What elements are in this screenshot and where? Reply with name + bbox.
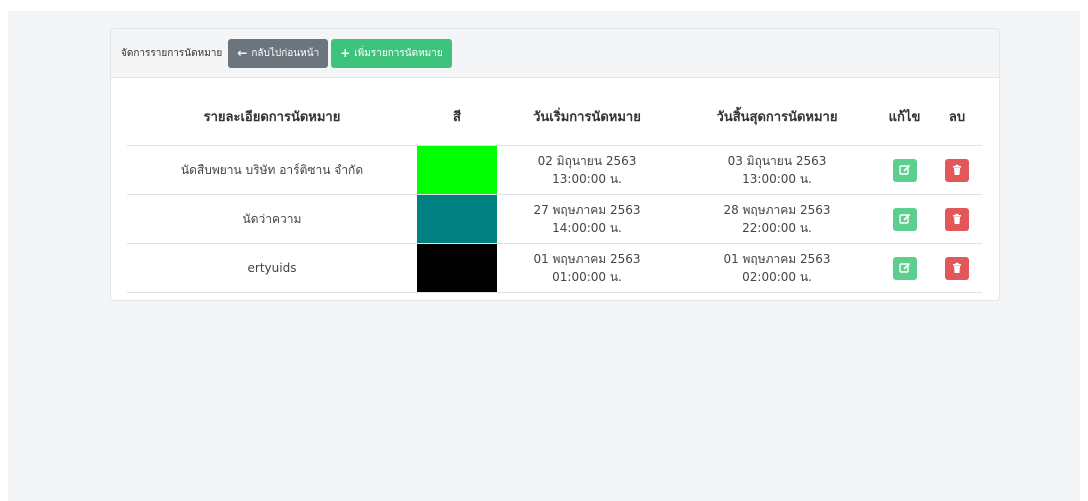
page-background: จัดการรายการนัดหมาย ← กลับไปก่อนหน้า + เ… [8,11,1080,501]
delete-cell [932,243,982,293]
edit-cell [877,194,932,244]
trash-icon [953,164,961,175]
edit-cell [877,243,932,293]
appointment-detail: นัดสืบพยาน บริษัท อาร์ติซาน จำกัด [127,145,417,195]
color-cell [417,194,497,244]
table-header-row: รายละเอียดการนัดหมาย สี วันเริ่มการนัดหม… [127,87,982,146]
table-row: นัดสืบพยาน บริษัท อาร์ติซาน จำกัด 02 มิถ… [127,145,982,195]
column-header-end: วันสิ้นสุดการนัดหมาย [677,87,877,146]
start-datetime: 01 พฤษภาคม 2563 01:00:00 น. [497,243,677,293]
arrow-left-icon: ← [237,46,248,60]
appointment-detail: ertyuids [127,243,417,293]
end-time: 02:00:00 น. [742,270,812,284]
start-time: 14:00:00 น. [552,221,622,235]
delete-button[interactable] [945,207,969,231]
edit-icon [898,213,910,224]
delete-cell [932,145,982,195]
table-row: นัดว่าความ 27 พฤษภาคม 2563 14:00:00 น. 2… [127,194,982,244]
add-appointment-button[interactable]: + เพิ่มรายการนัดหมาย [331,38,452,68]
start-date: 02 มิถุนายน 2563 [537,154,637,168]
color-swatch [417,195,497,243]
add-button-label: เพิ่มรายการนัดหมาย [354,47,443,59]
end-datetime: 28 พฤษภาคม 2563 22:00:00 น. [677,194,877,244]
start-time: 13:00:00 น. [552,172,622,186]
delete-button[interactable] [945,256,969,280]
appointment-detail: นัดว่าความ [127,194,417,244]
color-cell [417,243,497,293]
start-date: 01 พฤษภาคม 2563 [533,252,641,266]
edit-button[interactable] [892,158,917,182]
delete-button[interactable] [945,158,969,182]
start-datetime: 27 พฤษภาคม 2563 14:00:00 น. [497,194,677,244]
color-swatch [417,244,497,292]
back-button-label: กลับไปก่อนหน้า [251,47,320,59]
edit-cell [877,145,932,195]
column-header-detail: รายละเอียดการนัดหมาย [127,87,417,146]
card-header: จัดการรายการนัดหมาย ← กลับไปก่อนหน้า + เ… [111,29,999,78]
color-swatch [417,146,497,194]
start-datetime: 02 มิถุนายน 2563 13:00:00 น. [497,145,677,195]
back-button[interactable]: ← กลับไปก่อนหน้า [228,38,329,68]
delete-cell [932,194,982,244]
end-date: 03 มิถุนายน 2563 [727,154,827,168]
trash-icon [953,213,961,224]
color-cell [417,145,497,195]
appointments-table: รายละเอียดการนัดหมาย สี วันเริ่มการนัดหม… [127,87,982,293]
start-time: 01:00:00 น. [552,270,622,284]
column-header-color: สี [417,87,497,146]
end-time: 22:00:00 น. [742,221,812,235]
trash-icon [953,262,961,273]
edit-button[interactable] [892,207,917,231]
page-title: จัดการรายการนัดหมาย [121,47,223,59]
plus-icon: + [340,46,351,60]
end-datetime: 01 พฤษภาคม 2563 02:00:00 น. [677,243,877,293]
end-time: 13:00:00 น. [742,172,812,186]
edit-button[interactable] [892,256,917,280]
appointments-card: จัดการรายการนัดหมาย ← กลับไปก่อนหน้า + เ… [110,28,1000,301]
column-header-start: วันเริ่มการนัดหมาย [497,87,677,146]
end-date: 01 พฤษภาคม 2563 [723,252,831,266]
start-date: 27 พฤษภาคม 2563 [533,203,641,217]
end-datetime: 03 มิถุนายน 2563 13:00:00 น. [677,145,877,195]
edit-icon [898,262,910,273]
end-date: 28 พฤษภาคม 2563 [723,203,831,217]
table-row: ertyuids 01 พฤษภาคม 2563 01:00:00 น. 01 … [127,243,982,293]
column-header-edit: แก้ไข [877,87,932,146]
column-header-delete: ลบ [932,87,982,146]
edit-icon [898,164,910,175]
